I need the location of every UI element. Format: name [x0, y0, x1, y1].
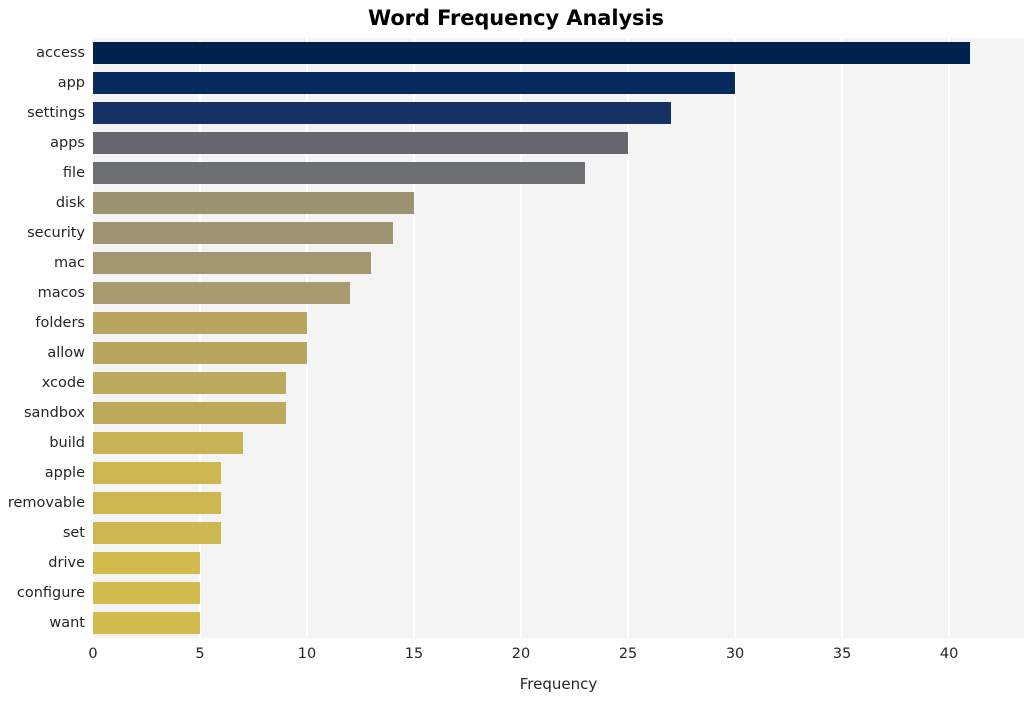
- bar-folders: [93, 312, 308, 334]
- x-tick-label-35: 35: [832, 646, 852, 662]
- chart-title: Word Frequency Analysis: [368, 6, 664, 30]
- bar-app: [93, 72, 736, 94]
- x-tick-label-40: 40: [939, 646, 959, 662]
- y-tick-label-file: file: [62, 165, 85, 181]
- x-tick-label-10: 10: [297, 646, 317, 662]
- bar-apps: [93, 132, 629, 154]
- y-tick-label-macos: macos: [37, 285, 85, 301]
- y-tick-label-security: security: [27, 225, 85, 241]
- y-tick-label-mac: mac: [54, 255, 85, 271]
- y-tick-label-apps: apps: [50, 135, 85, 151]
- bar-configure: [93, 582, 200, 604]
- bar-mac: [93, 252, 372, 274]
- y-tick-label-disk: disk: [55, 195, 85, 211]
- x-axis-label: Frequency: [519, 675, 598, 693]
- y-tick-label-configure: configure: [16, 585, 85, 601]
- bar-set: [93, 522, 222, 544]
- bar-allow: [93, 342, 308, 364]
- x-tick-label-20: 20: [511, 646, 531, 662]
- bar-sandbox: [93, 402, 286, 424]
- y-tick-label-removable: removable: [7, 495, 85, 511]
- bar-want: [93, 612, 200, 634]
- y-tick-label-drive: drive: [48, 555, 85, 571]
- bar-security: [93, 222, 393, 244]
- bar-file: [93, 162, 586, 184]
- bar-access: [93, 42, 971, 64]
- y-tick-label-set: set: [62, 525, 85, 541]
- plot-area: [93, 38, 1024, 638]
- y-tick-label-apple: apple: [44, 465, 85, 481]
- x-tick-label-5: 5: [195, 646, 205, 662]
- bar-macos: [93, 282, 350, 304]
- y-tick-label-xcode: xcode: [41, 375, 85, 391]
- x-tick-label-0: 0: [88, 646, 98, 662]
- bar-drive: [93, 552, 200, 574]
- bar-disk: [93, 192, 415, 214]
- y-tick-label-folders: folders: [35, 315, 85, 331]
- bar-apple: [93, 462, 222, 484]
- x-tick-label-25: 25: [618, 646, 638, 662]
- word-frequency-chart-figure: Word Frequency Analysis access app setting…: [0, 0, 1032, 701]
- y-tick-label-app: app: [57, 75, 85, 91]
- bars-layer: [93, 38, 1024, 638]
- x-tick-label-15: 15: [404, 646, 424, 662]
- y-axis-tick-labels: access app settings apps file disk security mac…: [0, 38, 85, 638]
- y-tick-label-sandbox: sandbox: [23, 405, 85, 421]
- y-tick-label-access: access: [36, 45, 85, 61]
- y-tick-label-build: build: [49, 435, 85, 451]
- bar-settings: [93, 102, 671, 124]
- bar-xcode: [93, 372, 286, 394]
- x-axis-tick-labels: 0 5 10 15 20 25 30 35 40: [0, 645, 1032, 667]
- bar-removable: [93, 492, 222, 514]
- y-tick-label-want: want: [49, 615, 85, 631]
- y-tick-label-allow: allow: [47, 345, 85, 361]
- x-tick-label-30: 30: [725, 646, 745, 662]
- y-tick-label-settings: settings: [27, 105, 85, 121]
- bar-build: [93, 432, 243, 454]
